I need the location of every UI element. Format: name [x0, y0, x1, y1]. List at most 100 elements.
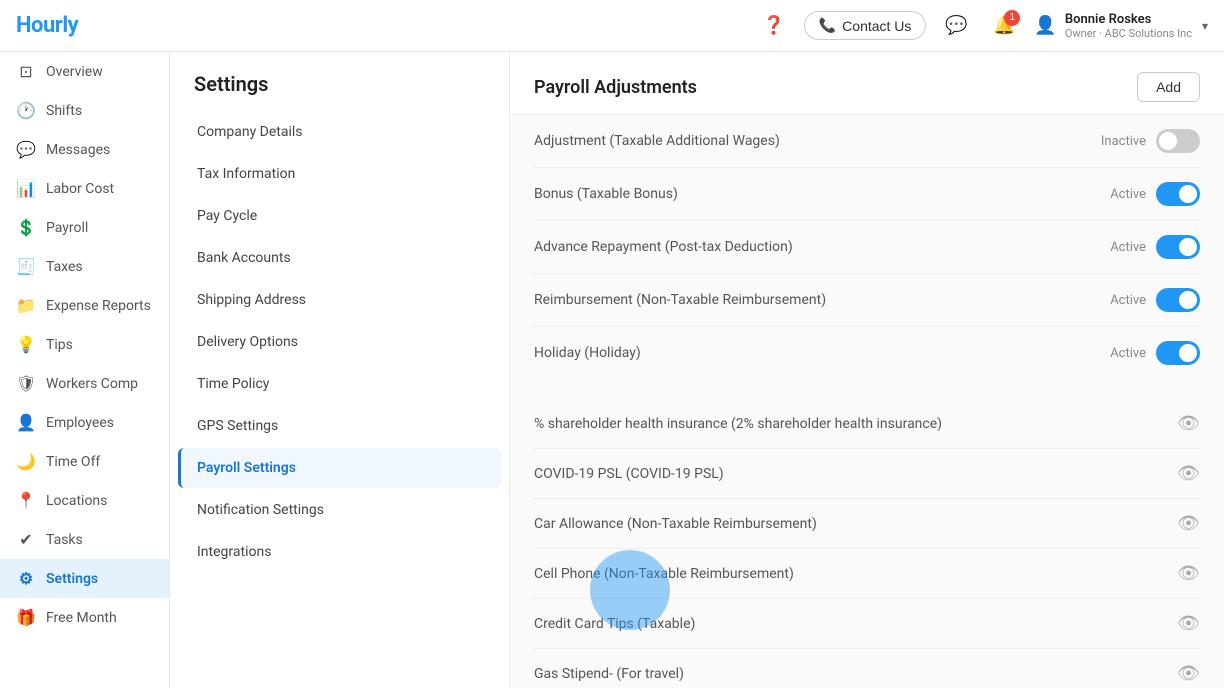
- adjustment-name: Bonus (Taxable Bonus): [534, 186, 678, 202]
- adjustment-name: Credit Card Tips (Taxable): [534, 616, 695, 632]
- settings-menu-integrations[interactable]: Integrations: [178, 532, 501, 572]
- notification-badge: 1: [1004, 10, 1020, 26]
- sidebar-label-employees: Employees: [46, 415, 114, 431]
- sidebar-item-time-off[interactable]: 🌙 Time Off: [0, 442, 169, 481]
- sidebar-label-tips: Tips: [46, 337, 73, 353]
- sidebar-label-taxes: Taxes: [46, 259, 83, 275]
- sidebar-item-workers-comp[interactable]: 🛡 Workers Comp: [0, 364, 169, 403]
- sidebar-item-labor-cost[interactable]: 📊 Labor Cost: [0, 169, 169, 208]
- sidebar-label-workers-comp: Workers Comp: [46, 376, 138, 392]
- settings-menu-bank-accounts[interactable]: Bank Accounts: [178, 238, 501, 278]
- settings-menu-notification-settings[interactable]: Notification Settings: [178, 490, 501, 530]
- sidebar-label-locations: Locations: [46, 493, 107, 509]
- eye-icon[interactable]: 👁: [1177, 413, 1200, 434]
- eye-icon[interactable]: 👁: [1177, 663, 1200, 684]
- topnav-actions: ❓ 📞 Contact Us 💬 🔔 1 👤 Bonnie Roskes Own…: [756, 8, 1208, 44]
- payroll-adjustments-header: Payroll Adjustments Add: [510, 52, 1224, 115]
- settings-menu-gps-settings[interactable]: GPS Settings: [178, 406, 501, 446]
- eye-icon[interactable]: 👁: [1177, 513, 1200, 534]
- adj-controls: 👁: [1177, 413, 1200, 434]
- settings-menu-shipping-address[interactable]: Shipping Address: [178, 280, 501, 320]
- toggle-switch[interactable]: [1156, 235, 1200, 259]
- sidebar-label-payroll: Payroll: [46, 220, 88, 236]
- user-info: Bonnie Roskes Owner · ABC Solutions Inc: [1065, 12, 1192, 40]
- adjustment-name: Advance Repayment (Post-tax Deduction): [534, 239, 793, 255]
- contact-icon: 📞: [819, 17, 836, 34]
- eye-icon[interactable]: 👁: [1177, 463, 1200, 484]
- settings-menu-time-policy[interactable]: Time Policy: [178, 364, 501, 404]
- sidebar-label-settings: Settings: [46, 571, 98, 587]
- messages-icon: 💬: [16, 140, 36, 159]
- adj-controls: 👁: [1177, 513, 1200, 534]
- expense-reports-icon: 📁: [16, 296, 36, 315]
- sidebar-item-payroll[interactable]: 💲 Payroll: [0, 208, 169, 247]
- free-month-icon: 🎁: [16, 608, 36, 627]
- toggle-switch[interactable]: [1156, 341, 1200, 365]
- sidebar-item-settings[interactable]: ⚙ Settings: [0, 559, 169, 598]
- sidebar-item-taxes[interactable]: 🧾 Taxes: [0, 247, 169, 286]
- adjustment-name: Gas Stipend- (For travel): [534, 666, 684, 682]
- adjustment-name: Car Allowance (Non-Taxable Reimbursement…: [534, 516, 817, 532]
- table-row: Advance Repayment (Post-tax Deduction) A…: [534, 221, 1200, 274]
- settings-menu: Company DetailsTax InformationPay CycleB…: [170, 112, 509, 572]
- sidebar-item-expense-reports[interactable]: 📁 Expense Reports: [0, 286, 169, 325]
- settings-panel: Settings Company DetailsTax InformationP…: [170, 52, 510, 688]
- adjustment-name: Reimbursement (Non-Taxable Reimbursement…: [534, 292, 826, 308]
- toggle-switch[interactable]: [1156, 129, 1200, 153]
- toggle-slider: [1156, 341, 1200, 365]
- adj-controls: 👁: [1177, 463, 1200, 484]
- adj-controls: Active: [1110, 235, 1200, 259]
- time-off-icon: 🌙: [16, 452, 36, 471]
- toggle-switch[interactable]: [1156, 182, 1200, 206]
- contact-label: Contact Us: [842, 18, 911, 34]
- adj-controls: Active: [1110, 341, 1200, 365]
- sidebar-item-overview[interactable]: ⊡ Overview: [0, 52, 169, 91]
- locations-icon: 📍: [16, 491, 36, 510]
- status-badge: Active: [1110, 240, 1146, 255]
- toggle-switch[interactable]: [1156, 288, 1200, 312]
- sidebar-label-tasks: Tasks: [46, 532, 83, 548]
- help-button[interactable]: ❓: [756, 8, 792, 44]
- sidebar-item-shifts[interactable]: 🕐 Shifts: [0, 91, 169, 130]
- table-row: Credit Card Tips (Taxable) 👁: [534, 599, 1200, 649]
- settings-menu-payroll-settings[interactable]: Payroll Settings: [178, 448, 501, 488]
- adjustment-name: Adjustment (Taxable Additional Wages): [534, 133, 780, 149]
- add-button[interactable]: Add: [1137, 72, 1200, 102]
- adj-controls: 👁: [1177, 613, 1200, 634]
- user-menu[interactable]: 👤 Bonnie Roskes Owner · ABC Solutions In…: [1034, 12, 1208, 40]
- toggle-slider: [1156, 182, 1200, 206]
- sidebar-label-shifts: Shifts: [46, 103, 82, 119]
- workers-comp-icon: 🛡: [16, 374, 36, 393]
- adj-controls: Inactive: [1101, 129, 1200, 153]
- sidebar-item-locations[interactable]: 📍 Locations: [0, 481, 169, 520]
- sidebar-item-tasks[interactable]: ✔ Tasks: [0, 520, 169, 559]
- app-logo: Hourly: [16, 13, 78, 38]
- help-icon: ❓: [763, 15, 785, 36]
- messages-icon: 💬: [945, 15, 967, 36]
- sidebar-label-messages: Messages: [46, 142, 110, 158]
- eye-icon[interactable]: 👁: [1177, 563, 1200, 584]
- eye-icon[interactable]: 👁: [1177, 613, 1200, 634]
- adj-controls: 👁: [1177, 563, 1200, 584]
- sidebar-item-free-month[interactable]: 🎁 Free Month: [0, 598, 169, 637]
- sidebar-item-messages[interactable]: 💬 Messages: [0, 130, 169, 169]
- contact-us-button[interactable]: 📞 Contact Us: [804, 11, 927, 40]
- messages-button[interactable]: 💬: [938, 8, 974, 44]
- sidebar-label-expense-reports: Expense Reports: [46, 298, 151, 314]
- tips-icon: 💡: [16, 335, 36, 354]
- sidebar-item-tips[interactable]: 💡 Tips: [0, 325, 169, 364]
- adjustment-name: Holiday (Holiday): [534, 345, 641, 361]
- settings-menu-company-details[interactable]: Company Details: [178, 112, 501, 152]
- sidebar-label-free-month: Free Month: [46, 610, 117, 626]
- settings-menu-tax-information[interactable]: Tax Information: [178, 154, 501, 194]
- notifications-button[interactable]: 🔔 1: [986, 8, 1022, 44]
- payroll-adjustments-title: Payroll Adjustments: [534, 77, 697, 98]
- settings-menu-pay-cycle[interactable]: Pay Cycle: [178, 196, 501, 236]
- status-badge: Active: [1110, 187, 1146, 202]
- settings-menu-delivery-options[interactable]: Delivery Options: [178, 322, 501, 362]
- eye-adjustments-section: % shareholder health insurance (2% share…: [510, 399, 1224, 688]
- tasks-icon: ✔: [16, 530, 36, 549]
- sidebar-item-employees[interactable]: 👤 Employees: [0, 403, 169, 442]
- table-row: Bonus (Taxable Bonus) Active: [534, 168, 1200, 221]
- adj-controls: Active: [1110, 182, 1200, 206]
